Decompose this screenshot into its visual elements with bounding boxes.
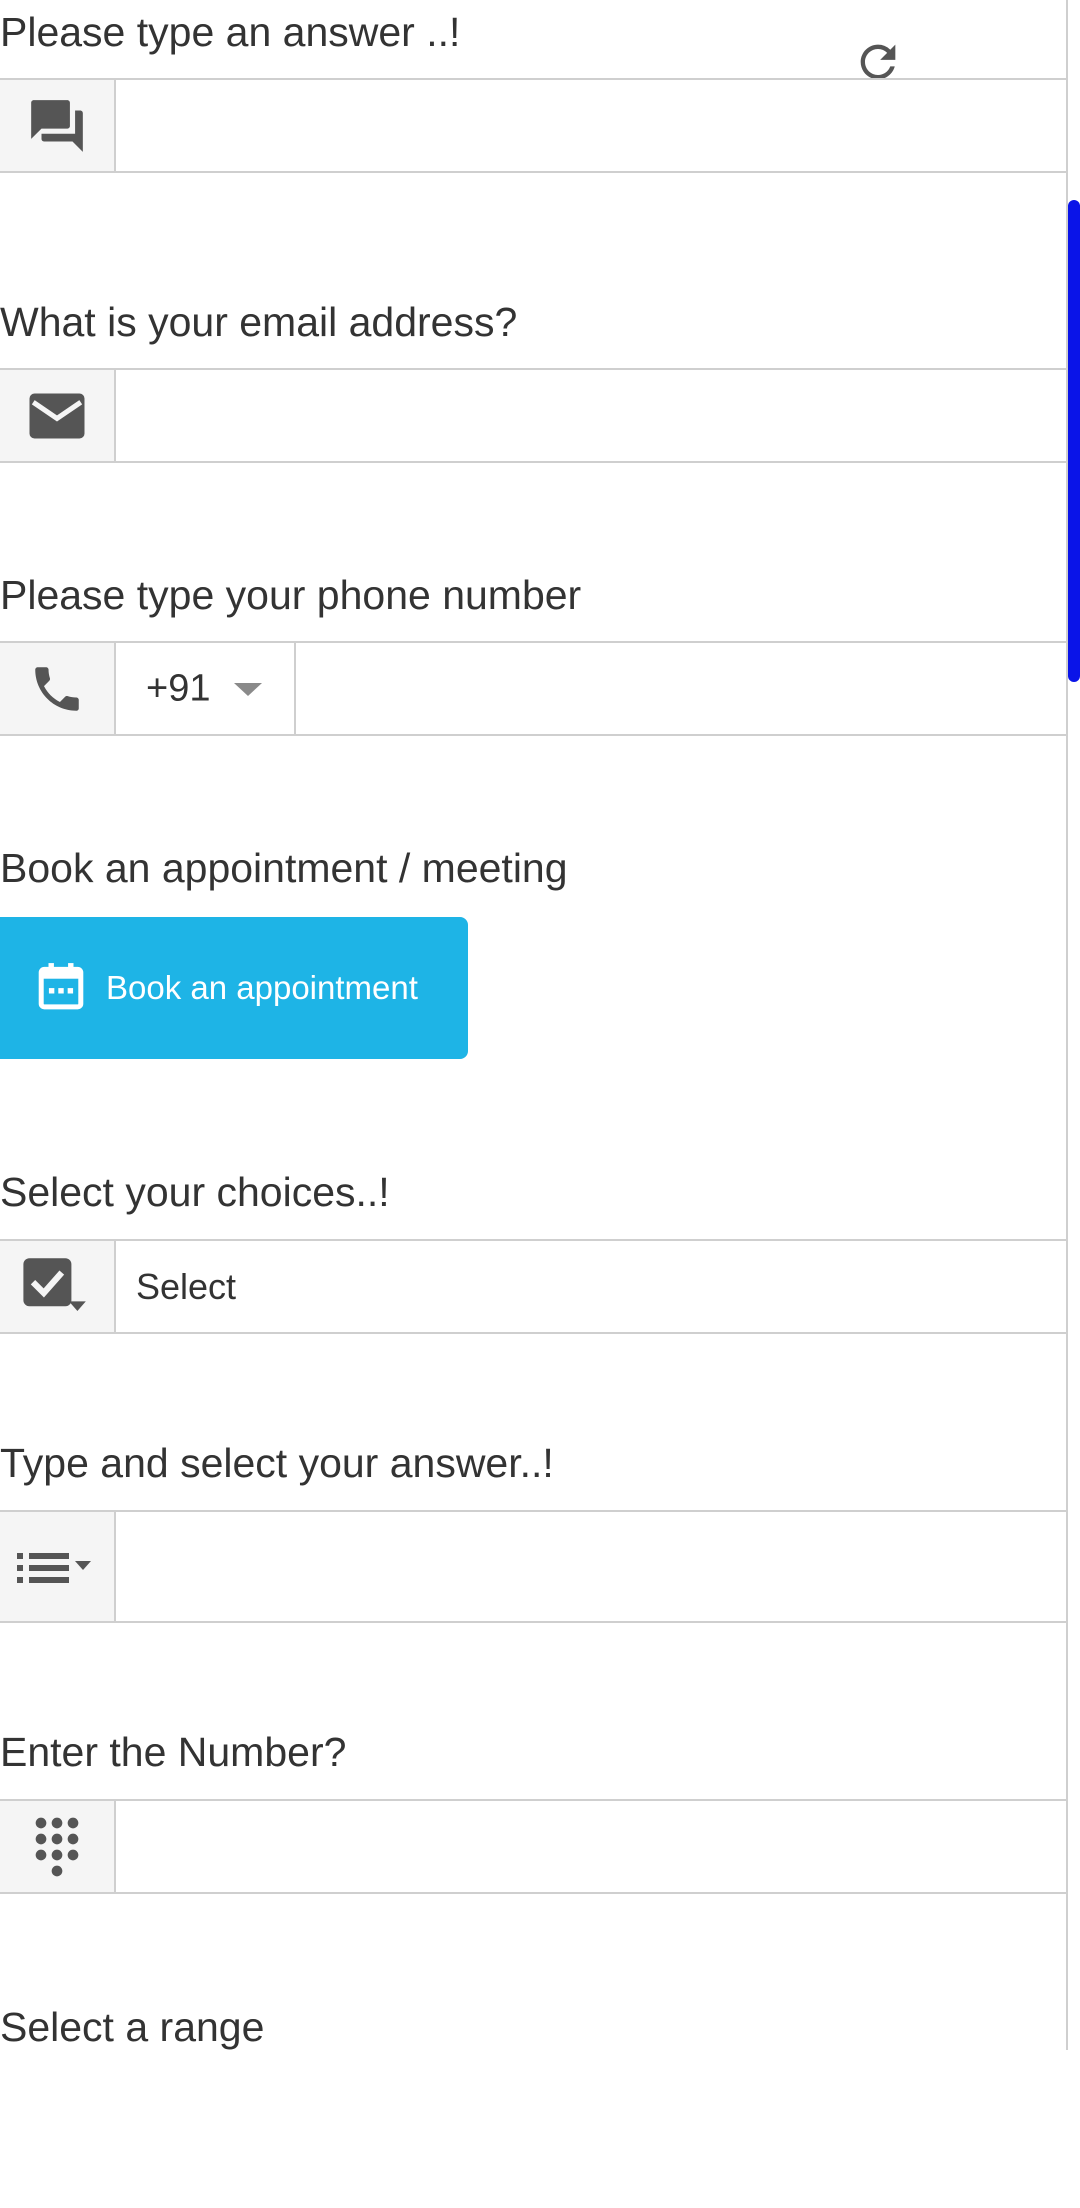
range-question-label: Select a range [0, 2004, 265, 2050]
answer-addon [0, 80, 116, 171]
choices-addon [0, 1241, 116, 1332]
choices-field[interactable]: Select [0, 1239, 1066, 1334]
email-question-label: What is your email address? [0, 299, 518, 345]
phone-input[interactable] [296, 643, 1066, 734]
phone-question-label: Please type your phone number [0, 572, 582, 618]
autocomplete-field [0, 1510, 1066, 1623]
autocomplete-question-label: Type and select your answer..! [0, 1440, 554, 1486]
answer-question-label: Please type an answer ..! [0, 9, 461, 55]
email-field [0, 368, 1066, 463]
answer-field [0, 78, 1066, 173]
autocomplete-addon [0, 1512, 116, 1621]
appointment-question-label: Book an appointment / meeting [0, 845, 568, 891]
number-input[interactable] [116, 1801, 1066, 1892]
scrollbar-thumb[interactable] [1068, 200, 1080, 682]
form-page: Please type an answer ..! What is your e… [0, 0, 1080, 2208]
list-dropdown-icon [15, 1547, 99, 1587]
checkbox-dropdown-icon [21, 1255, 93, 1319]
number-addon [0, 1801, 116, 1892]
book-appointment-button[interactable]: Book an appointment [0, 917, 468, 1059]
refresh-icon[interactable] [852, 36, 904, 78]
dialpad-icon [33, 1815, 81, 1879]
answer-input[interactable] [116, 80, 1066, 171]
chat-icon [26, 95, 88, 157]
email-addon [0, 370, 116, 461]
number-field [0, 1799, 1066, 1894]
choices-question-label: Select your choices..! [0, 1169, 390, 1215]
country-code-select[interactable]: +91 [116, 643, 296, 734]
country-code: +91 [146, 667, 211, 709]
phone-addon [0, 643, 116, 734]
book-appointment-label: Book an appointment [106, 969, 418, 1006]
number-question-label: Enter the Number? [0, 1729, 347, 1775]
choices-selected-value: Select [136, 1265, 237, 1307]
mail-icon [27, 391, 87, 441]
choices-select[interactable]: Select [116, 1241, 1066, 1332]
phone-icon [28, 660, 86, 718]
phone-field: +91 [0, 641, 1066, 736]
chevron-down-icon [234, 682, 262, 696]
email-input[interactable] [116, 370, 1066, 461]
calendar-icon [38, 961, 84, 1016]
autocomplete-input[interactable] [116, 1512, 1066, 1621]
